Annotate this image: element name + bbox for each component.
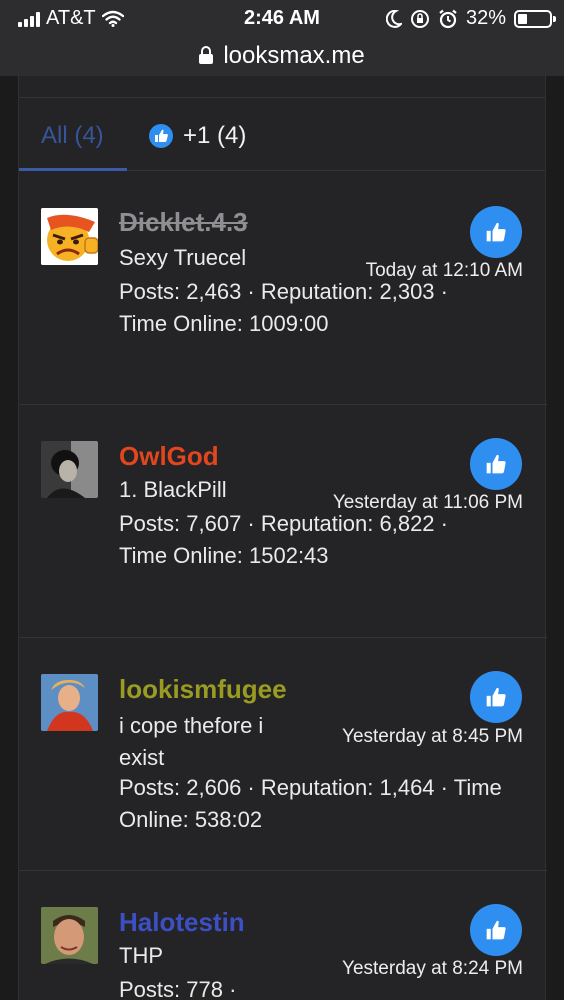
- thumbs-up-icon: [149, 124, 173, 148]
- avatar[interactable]: [41, 674, 98, 731]
- reaction-tabs: All (4) +1 (4): [19, 98, 545, 171]
- like-reaction-icon: [470, 671, 522, 723]
- reaction-item: lookismfugee i cope thefore i exist Post…: [19, 638, 547, 871]
- reaction-item: Dicklet.4.3 Sexy Truecel Posts: 2,463 · …: [19, 173, 547, 405]
- avatar[interactable]: [41, 441, 98, 498]
- user-stats: Posts: 2,463 · Reputation: 2,303 · Time …: [119, 279, 448, 336]
- like-reaction-icon: [470, 438, 522, 490]
- reaction-date: Yesterday at 8:45 PM: [342, 726, 523, 747]
- reaction-date: Yesterday at 8:24 PM: [342, 958, 523, 979]
- avatar[interactable]: [41, 208, 98, 265]
- active-tab-indicator: [19, 168, 127, 171]
- user-stats: Posts: 7,607 · Reputation: 6,822 · Time …: [119, 511, 448, 568]
- username[interactable]: OwlGod: [119, 441, 219, 472]
- url-text: looksmax.me: [223, 42, 365, 69]
- username[interactable]: Halotestin: [119, 907, 245, 938]
- user-title: Sexy Truecel: [119, 245, 247, 270]
- reaction-date: Yesterday at 11:06 PM: [332, 492, 523, 513]
- alarm-icon: [439, 9, 457, 28]
- like-reaction-icon: [470, 904, 522, 956]
- user-title: THP: [119, 943, 163, 968]
- user-title: i cope thefore i exist: [119, 713, 264, 770]
- status-bar: AT&T 2:46 AM 32%: [0, 0, 564, 36]
- lock-icon: [199, 46, 214, 64]
- tab-all[interactable]: All (4): [41, 122, 104, 150]
- reaction-item: OwlGod 1. BlackPill Posts: 7,607 · Reput…: [19, 405, 547, 638]
- reactions-panel: All (4) +1 (4) Dicklet.4.3 Sexy Truecel …: [18, 76, 547, 1000]
- username[interactable]: lookismfugee: [119, 674, 287, 705]
- user-title: 1. BlackPill: [119, 477, 227, 502]
- status-right: 32%: [385, 7, 556, 30]
- user-stats: Posts: 2,606 · Reputation: 1,464 · Time …: [119, 775, 502, 832]
- panel-header-strip: [19, 76, 545, 98]
- battery-icon: [514, 9, 556, 28]
- tab-like[interactable]: +1 (4): [149, 122, 246, 150]
- reaction-date: Today at 12:10 AM: [365, 260, 523, 281]
- like-reaction-icon: [470, 206, 522, 258]
- username[interactable]: Dicklet.4.3: [119, 207, 248, 238]
- moon-icon: [385, 9, 402, 28]
- rotation-lock-icon: [410, 9, 429, 28]
- reaction-item: Halotestin THP Posts: 778 · Yesterday at…: [19, 871, 547, 1000]
- avatar[interactable]: [41, 907, 98, 964]
- tab-like-label: +1 (4): [183, 122, 247, 149]
- address-bar[interactable]: looksmax.me: [0, 36, 564, 76]
- battery-percent: 32%: [465, 7, 506, 29]
